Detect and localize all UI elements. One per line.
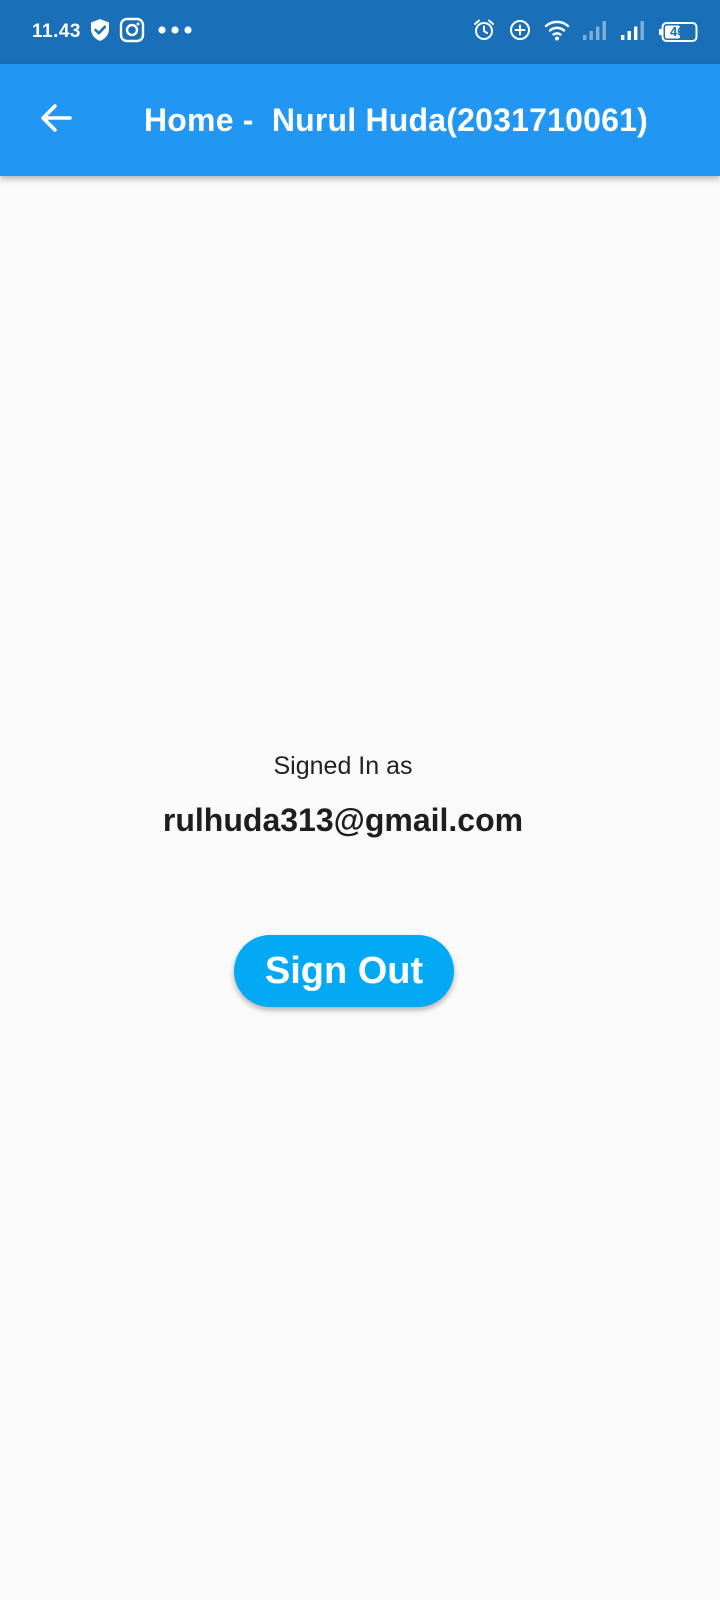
user-email: rulhuda313@gmail.com <box>162 802 524 838</box>
more-dots-icon <box>157 23 193 41</box>
battery-icon: 46 <box>658 21 698 43</box>
status-right: 46 <box>472 0 698 64</box>
signed-in-label: Signed In as <box>273 752 413 780</box>
signal-icon-1 <box>582 19 608 46</box>
page-title: Home - Nurul Huda(2031710061) <box>144 101 648 138</box>
arrow-back-icon <box>38 100 74 141</box>
status-bar: 11.43 46 <box>0 0 720 64</box>
back-button[interactable] <box>26 92 86 148</box>
main-content: Signed In as rulhuda313@gmail.com Sign O… <box>0 176 720 1600</box>
wifi-icon <box>544 19 570 46</box>
status-time: 11.43 <box>32 21 81 42</box>
signal-icon-2 <box>620 19 646 46</box>
status-left: 11.43 <box>32 0 193 64</box>
battery-level: 46 <box>670 24 685 39</box>
instagram-icon <box>119 17 145 48</box>
data-saver-icon <box>508 18 532 47</box>
app-bar: Home - Nurul Huda(2031710061) <box>0 64 720 176</box>
shield-check-icon <box>89 18 111 47</box>
sign-out-button[interactable]: Sign Out <box>234 935 454 1007</box>
alarm-icon <box>472 18 496 47</box>
